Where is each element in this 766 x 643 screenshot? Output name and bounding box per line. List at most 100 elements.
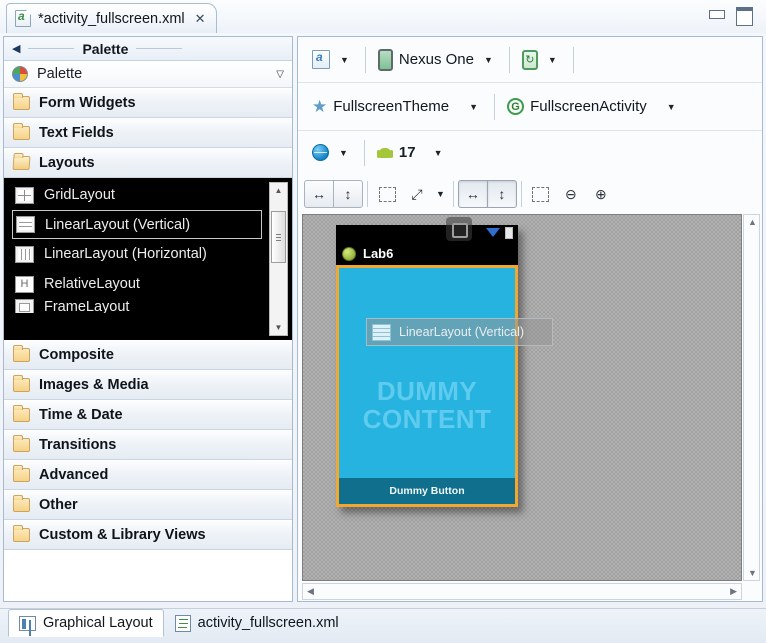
device-preview[interactable]: Lab6 DUMMY CONTENT Dummy Button bbox=[336, 217, 518, 507]
zoom-in-button[interactable]: ⊕ bbox=[586, 180, 616, 208]
linear-layout-horizontal-icon bbox=[15, 245, 34, 263]
layout-config-icon bbox=[312, 50, 330, 69]
device-content-root[interactable]: DUMMY CONTENT Dummy Button bbox=[336, 265, 518, 507]
palette-item-linearlayout-vertical[interactable]: LinearLayout (Vertical) bbox=[12, 210, 262, 239]
fill-height-button[interactable]: ↕ bbox=[486, 180, 517, 208]
api-level-selector[interactable]: 17 ▼ bbox=[369, 144, 455, 161]
zoom-fit-button[interactable] bbox=[526, 180, 556, 208]
tab-label: Graphical Layout bbox=[43, 615, 153, 631]
expand-selection-button[interactable]: ⤢ bbox=[402, 180, 432, 208]
chevron-down-icon[interactable]: ▼ bbox=[422, 148, 447, 158]
drag-cursor-icon bbox=[446, 217, 472, 241]
layout-canvas[interactable]: Lab6 DUMMY CONTENT Dummy Button LinearLa… bbox=[302, 214, 742, 581]
scrollbar-thumb[interactable] bbox=[271, 211, 286, 263]
editor-tab-activity-fullscreen[interactable]: *activity_fullscreen.xml ✕ bbox=[6, 3, 217, 33]
category-label: Transitions bbox=[39, 437, 117, 453]
device-app-title-bar: Lab6 bbox=[336, 242, 518, 265]
palette-item-gridlayout[interactable]: GridLayout bbox=[4, 180, 292, 210]
battery-icon bbox=[505, 227, 513, 239]
drag-ghost-label: LinearLayout (Vertical) bbox=[399, 325, 525, 339]
chevron-down-icon[interactable]: ▼ bbox=[335, 148, 352, 158]
category-label: Custom & Library Views bbox=[39, 527, 206, 543]
collapse-icon[interactable]: ◀ bbox=[12, 42, 20, 55]
theme-selector[interactable]: ★ FullscreenTheme ▼ bbox=[304, 98, 490, 115]
chevron-down-icon[interactable]: ▼ bbox=[544, 55, 561, 65]
scroll-down-icon[interactable]: ▼ bbox=[748, 568, 757, 578]
scroll-left-icon[interactable]: ◀ bbox=[307, 586, 314, 597]
separator bbox=[494, 93, 496, 120]
canvas-horizontal-scrollbar[interactable]: ◀ ▶ bbox=[302, 583, 742, 600]
separator bbox=[520, 181, 522, 207]
category-label: Time & Date bbox=[39, 407, 123, 423]
chevron-down-icon[interactable]: ▼ bbox=[455, 102, 482, 112]
header-rule-right bbox=[136, 48, 183, 49]
match-parent-height-button[interactable]: ↕ bbox=[333, 180, 363, 208]
grid-layout-icon bbox=[15, 186, 34, 204]
scroll-up-icon[interactable]: ▲ bbox=[270, 184, 287, 197]
layout-config-button[interactable]: ▼ bbox=[304, 50, 361, 69]
chevron-down-icon[interactable]: ▼ bbox=[432, 189, 449, 199]
chevron-down-icon[interactable]: ▼ bbox=[336, 55, 353, 65]
palette-category-form-widgets[interactable]: Form Widgets bbox=[4, 88, 292, 118]
palette-item-relativelayout[interactable]: RelativeLayout bbox=[4, 269, 292, 299]
activity-selector[interactable]: FullscreenActivity ▼ bbox=[499, 98, 688, 115]
locale-selector[interactable]: ▼ bbox=[304, 144, 360, 161]
eclipse-adt-window: *activity_fullscreen.xml ✕ ◀ Palette Pal… bbox=[0, 0, 766, 643]
match-parent-width-button[interactable]: ↔ bbox=[304, 180, 334, 208]
device-selector[interactable]: Nexus One ▼ bbox=[370, 48, 505, 71]
minimize-icon[interactable] bbox=[708, 7, 725, 21]
chevron-down-icon[interactable]: ▼ bbox=[480, 55, 497, 65]
device-label: Nexus One bbox=[398, 51, 474, 68]
device-status-bar bbox=[336, 217, 518, 242]
editor-tab-label: *activity_fullscreen.xml bbox=[38, 10, 185, 27]
palette-category-other[interactable]: Other bbox=[4, 490, 292, 520]
maximize-icon[interactable] bbox=[735, 7, 753, 26]
layouts-widget-list[interactable]: GridLayout LinearLayout (Vertical) Linea… bbox=[4, 178, 292, 340]
config-toolbar-row-3: ▼ 17 ▼ bbox=[298, 130, 762, 174]
app-title-label: Lab6 bbox=[363, 246, 394, 261]
zoom-out-button[interactable]: ⊖ bbox=[556, 180, 586, 208]
palette-item-label: FrameLayout bbox=[44, 299, 130, 313]
fill-width-button[interactable]: ↔ bbox=[457, 180, 488, 208]
category-label: Form Widgets bbox=[39, 95, 136, 111]
palette-title: Palette bbox=[82, 40, 129, 57]
scroll-down-icon[interactable]: ▼ bbox=[270, 321, 287, 334]
palette-selector[interactable]: Palette ▽ bbox=[4, 61, 292, 88]
tab-activity-fullscreen-xml[interactable]: activity_fullscreen.xml bbox=[164, 609, 350, 637]
wrap-content-icon bbox=[378, 186, 396, 202]
canvas-vertical-scrollbar[interactable]: ▲ ▼ bbox=[743, 214, 760, 581]
chevron-down-icon[interactable]: ▼ bbox=[653, 102, 680, 112]
orientation-selector[interactable]: ▼ bbox=[514, 49, 569, 70]
palette-item-label: LinearLayout (Horizontal) bbox=[44, 246, 207, 262]
palette-category-images-media[interactable]: Images & Media bbox=[4, 370, 292, 400]
palette-category-advanced[interactable]: Advanced bbox=[4, 460, 292, 490]
palette-category-time-date[interactable]: Time & Date bbox=[4, 400, 292, 430]
scroll-right-icon[interactable]: ▶ bbox=[730, 586, 737, 597]
palette-category-transitions[interactable]: Transitions bbox=[4, 430, 292, 460]
palette-category-list[interactable]: Form Widgets Text Fields Layouts GridLay… bbox=[4, 88, 292, 601]
category-label: Other bbox=[39, 497, 78, 513]
api-level-label: 17 bbox=[398, 144, 416, 161]
palette-category-custom-library-views[interactable]: Custom & Library Views bbox=[4, 520, 292, 550]
theme-icon: ★ bbox=[312, 97, 328, 116]
tab-graphical-layout[interactable]: Graphical Layout bbox=[8, 609, 164, 637]
palette-item-framelayout[interactable]: FrameLayout bbox=[4, 299, 292, 313]
dummy-button[interactable]: Dummy Button bbox=[339, 478, 515, 504]
palette-category-composite[interactable]: Composite bbox=[4, 340, 292, 370]
zoom-fit-icon bbox=[532, 186, 550, 202]
palette-item-linearlayout-horizontal[interactable]: LinearLayout (Horizontal) bbox=[4, 239, 292, 269]
palette-category-text-fields[interactable]: Text Fields bbox=[4, 118, 292, 148]
wifi-icon bbox=[486, 228, 500, 237]
xml-file-icon bbox=[174, 614, 191, 632]
wrap-content-button[interactable] bbox=[372, 180, 402, 208]
palette-category-layouts[interactable]: Layouts bbox=[4, 148, 292, 178]
scroll-up-icon[interactable]: ▲ bbox=[748, 217, 757, 227]
widget-list-scrollbar[interactable]: ▲ ▼ bbox=[269, 182, 288, 336]
linear-layout-vertical-icon bbox=[16, 216, 35, 233]
chevron-down-icon[interactable]: ▽ bbox=[276, 69, 284, 80]
tab-label: activity_fullscreen.xml bbox=[197, 615, 339, 631]
graphical-layout-editor: ▼ Nexus One ▼ ▼ ★ Fullscr bbox=[297, 36, 763, 602]
separator bbox=[572, 46, 574, 73]
close-icon[interactable]: ✕ bbox=[195, 12, 206, 25]
dummy-button-label: Dummy Button bbox=[389, 485, 465, 497]
